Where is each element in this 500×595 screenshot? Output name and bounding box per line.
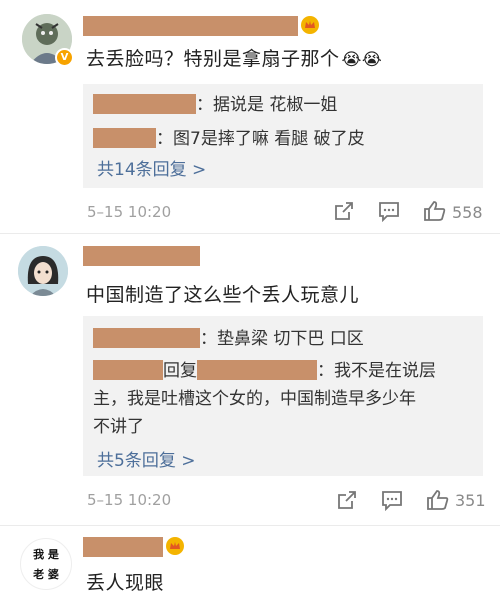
timestamp: 5–15 10:20 (87, 491, 172, 509)
crown-icon (301, 16, 319, 34)
comment-2: 中国制造了这么些个丢人玩意儿 ：垫鼻梁 切下巴 口区 回复 ：我不是在说层 主，我… (0, 234, 500, 524)
like-count: 558 (452, 203, 483, 222)
reply-word: 回复 (163, 361, 197, 381)
username-redacted[interactable] (93, 94, 196, 114)
username-redacted[interactable] (83, 246, 200, 266)
avatar-illustration-icon (18, 246, 68, 296)
avatar-text: 老 婆 (33, 568, 59, 581)
more-replies-link[interactable]: 共5条回复 > (97, 446, 195, 471)
username-redacted[interactable] (93, 128, 156, 148)
reply-box[interactable]: ：垫鼻梁 切下巴 口区 回复 ：我不是在说层 主，我是吐槽这个女的，中国制造早多少… (83, 316, 483, 476)
comment-1: V 去丢脸吗？特别是拿扇子那个 😭😭 ：据说是 花椒一姐 ：图7是摔了嘛 看腿 破… (0, 0, 500, 232)
reply-item[interactable]: ：据说是 花椒一姐 (93, 90, 337, 115)
comment-text: 中国制造了这么些个丢人玩意儿 (86, 284, 360, 306)
more-replies-link[interactable]: 共14条回复 > (97, 155, 206, 180)
reply-text: ：据说是 花椒一姐 (196, 95, 338, 115)
comment-3: 我 是 老 婆 丢人现眼 (0, 526, 500, 594)
comment-icon[interactable] (378, 200, 400, 222)
comment-text: 丢人现眼 (86, 572, 165, 594)
vip-badge-icon: V (55, 48, 74, 67)
share-icon[interactable] (336, 489, 358, 511)
username-redacted[interactable] (93, 360, 163, 380)
reply-text-line: 主，我是吐槽这个女的，中国制造早多少年 (93, 389, 416, 409)
like-icon[interactable] (423, 199, 447, 223)
reply-text: ：我不是在说层 (317, 361, 436, 381)
avatar-text: 我 是 (33, 548, 59, 561)
comment-icon[interactable] (381, 489, 403, 511)
username-redacted[interactable] (197, 360, 317, 380)
avatar[interactable] (18, 246, 68, 296)
reply-text: ：图7是摔了嘛 看腿 破了皮 (156, 129, 365, 149)
share-icon[interactable] (333, 200, 355, 222)
comment-text: 去丢脸吗？特别是拿扇子那个 😭😭 (86, 48, 383, 70)
like-icon[interactable] (426, 488, 450, 512)
reply-item[interactable]: ：图7是摔了嘛 看腿 破了皮 (93, 124, 365, 149)
reply-text-line: 不讲了 (93, 417, 144, 437)
like-count: 351 (455, 491, 486, 510)
username-redacted[interactable] (93, 328, 200, 348)
reply-item[interactable]: 回复 ：我不是在说层 (93, 356, 436, 381)
reply-box[interactable]: ：据说是 花椒一姐 ：图7是摔了嘛 看腿 破了皮 共14条回复 > (83, 84, 483, 188)
username-redacted[interactable] (83, 537, 163, 557)
crying-emoji-icon: 😭😭 (341, 50, 383, 70)
avatar[interactable]: 我 是 老 婆 (20, 538, 72, 590)
reply-item[interactable]: ：垫鼻梁 切下巴 口区 (93, 324, 364, 349)
timestamp: 5–15 10:20 (87, 203, 172, 221)
crown-icon (166, 537, 184, 555)
reply-text: ：垫鼻梁 切下巴 口区 (200, 329, 364, 349)
username-redacted[interactable] (83, 16, 298, 36)
